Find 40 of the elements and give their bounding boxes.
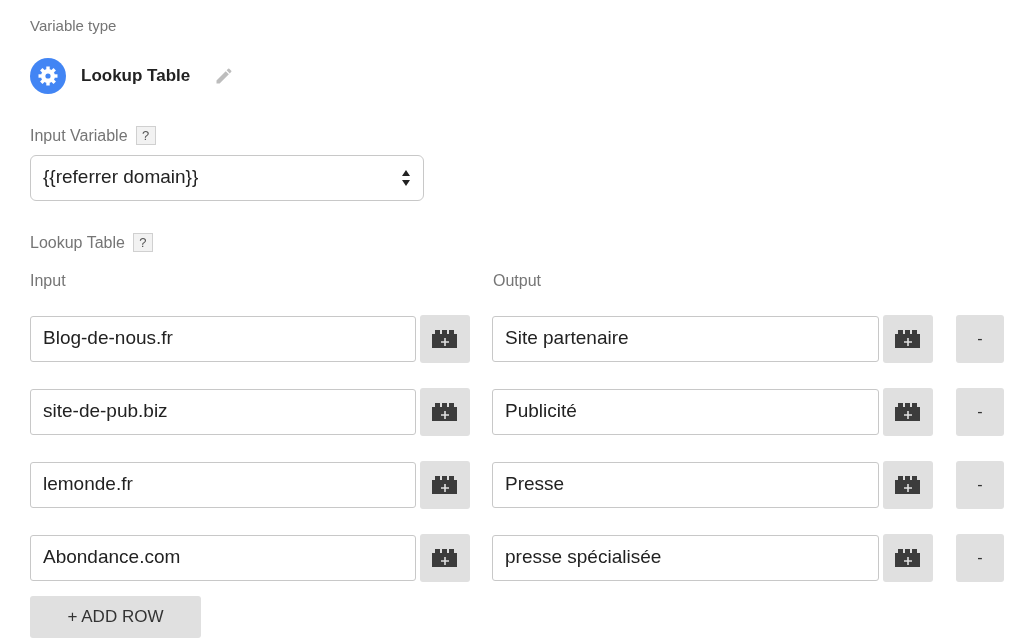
variable-picker-button[interactable]	[420, 314, 470, 363]
output-field[interactable]: presse spécialisée	[492, 534, 879, 581]
brick-plus-icon	[430, 474, 460, 495]
input-variable-select[interactable]: {{referrer domain}}	[30, 154, 424, 201]
variable-picker-button[interactable]	[420, 533, 470, 582]
brick-plus-icon	[893, 474, 923, 495]
brick-plus-icon	[430, 401, 460, 422]
remove-row-button[interactable]: -	[956, 314, 1004, 363]
sort-arrows-icon	[401, 168, 411, 187]
remove-row-button[interactable]: -	[956, 460, 1004, 509]
brick-plus-icon	[430, 547, 460, 568]
field-label: Lookup Table	[30, 232, 125, 253]
brick-plus-icon	[893, 401, 923, 422]
variable-picker-button[interactable]	[883, 314, 933, 363]
variable-picker-button[interactable]	[883, 533, 933, 582]
variable-picker-button[interactable]	[883, 387, 933, 436]
remove-row-button[interactable]: -	[956, 387, 1004, 436]
field-label: Input Variable	[30, 125, 128, 146]
variable-picker-button[interactable]	[883, 460, 933, 509]
column-header: Input	[30, 270, 67, 291]
variable-picker-button[interactable]	[420, 460, 470, 509]
gear-icon	[30, 57, 66, 94]
add-row-button[interactable]: + ADD ROW	[30, 595, 201, 638]
input-field[interactable]: lemonde.fr	[30, 461, 416, 508]
output-field[interactable]: Publicité	[492, 388, 879, 435]
help-icon[interactable]: ?	[135, 126, 156, 145]
remove-row-button[interactable]: -	[956, 533, 1004, 582]
section-label: Variable type	[30, 16, 118, 36]
column-header: Output	[493, 270, 542, 291]
input-field[interactable]: Abondance.com	[30, 534, 416, 581]
output-field[interactable]: Presse	[492, 461, 879, 508]
brick-plus-icon	[430, 328, 460, 349]
brick-plus-icon	[893, 328, 923, 349]
output-field[interactable]: Site partenaire	[492, 315, 879, 362]
variable-type-name: Lookup Table	[81, 64, 191, 87]
input-field[interactable]: site-de-pub.biz	[30, 388, 416, 435]
input-field[interactable]: Blog-de-nous.fr	[30, 315, 416, 362]
variable-picker-button[interactable]	[420, 387, 470, 436]
brick-plus-icon	[893, 547, 923, 568]
help-icon[interactable]: ?	[132, 233, 153, 252]
